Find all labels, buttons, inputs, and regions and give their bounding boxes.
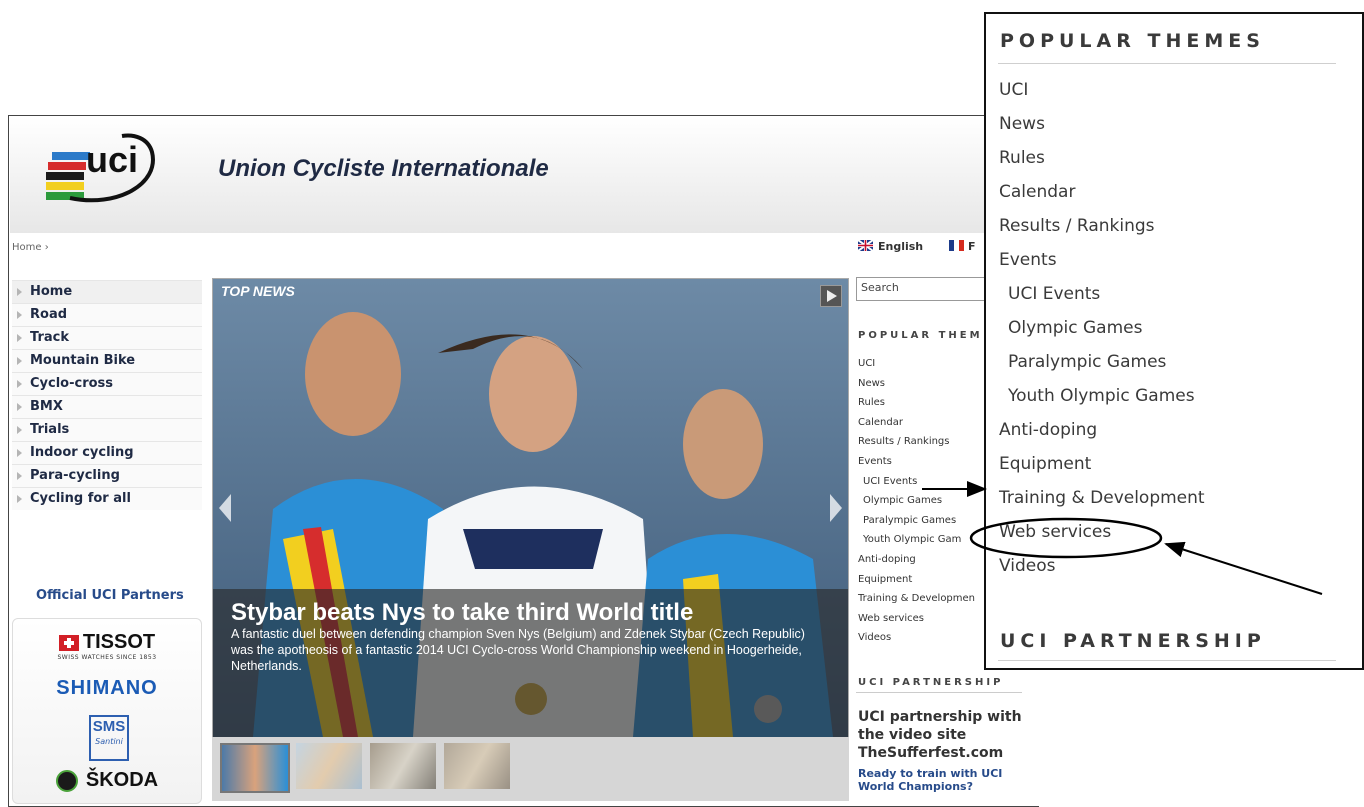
web-services-highlight-ellipse: [969, 517, 1163, 559]
arrow-to-web-services: [1164, 541, 1323, 595]
annotation-layer: [922, 481, 1323, 595]
